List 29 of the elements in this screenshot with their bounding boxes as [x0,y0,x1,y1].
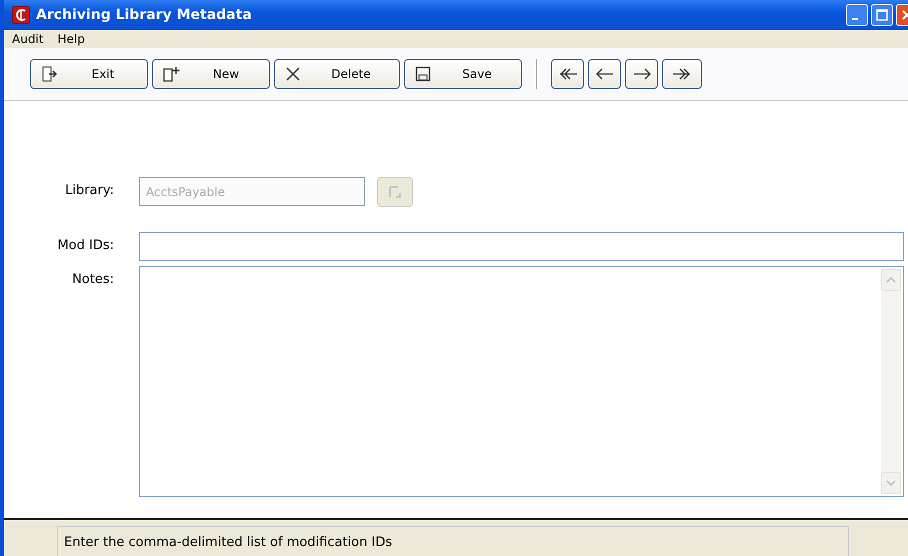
maximize-button[interactable] [871,4,893,26]
toolbar-button[interactable]: Save [404,59,522,89]
minimize-icon [852,18,858,20]
menu-item[interactable]: Help [57,32,85,46]
menu-item[interactable]: Audit [12,32,44,46]
arrow-icon [594,67,616,81]
toolbar-button[interactable]: Delete [274,59,400,89]
field-label: Mod IDs: [56,237,114,255]
notes-field[interactable] [139,266,904,497]
minimize-button[interactable] [846,4,868,26]
first-record-button[interactable] [551,59,584,89]
next-record-button[interactable] [625,59,658,89]
field-label: Library: [64,182,114,200]
maximize-icon [876,9,888,21]
scroll-bar[interactable] [881,269,901,494]
app-logo-icon [12,6,30,24]
mod-ids-field[interactable] [139,232,904,261]
delete-x-icon [285,66,301,82]
field-label: Notes: [71,271,114,289]
status-message: Enter the comma-delimited list of modification IDs [57,526,849,556]
exit-door-icon [41,66,57,82]
toolbar-button[interactable]: New [152,59,270,89]
last-record-button[interactable] [662,59,702,89]
double-arrow-icon [671,67,693,81]
window-title: Archiving Library Metadata [36,7,252,23]
toolbar-button[interactable]: Exit [30,59,148,89]
new-document-icon [163,66,181,82]
prev-record-button[interactable] [588,59,621,89]
lookup-icon [388,185,402,199]
